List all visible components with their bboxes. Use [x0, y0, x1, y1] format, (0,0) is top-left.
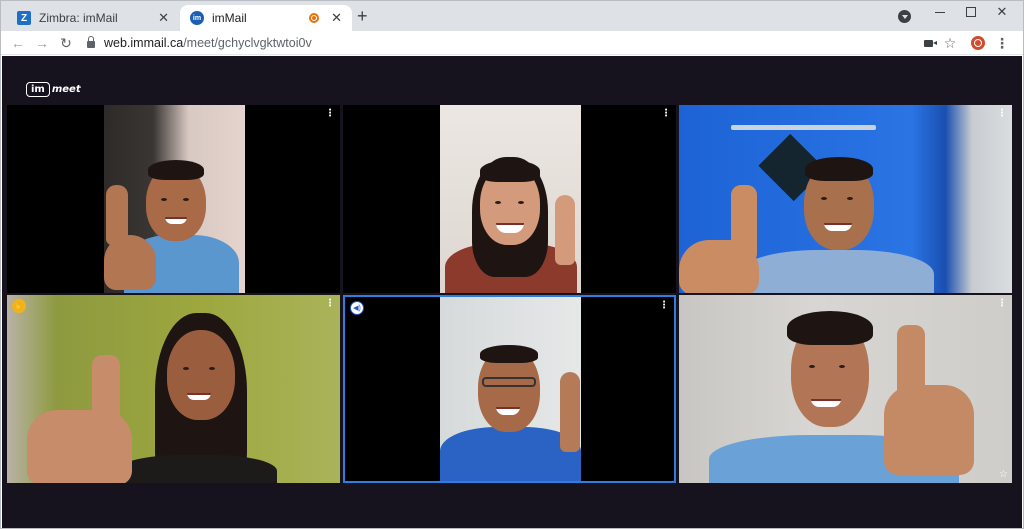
- video-tile-3[interactable]: ⋮: [679, 105, 1012, 293]
- participant-video: [104, 105, 245, 293]
- meeting-bottom-area: [2, 486, 1022, 528]
- tab-close-icon[interactable]: ✕: [158, 10, 169, 26]
- pin-star-icon[interactable]: ☆: [999, 469, 1008, 480]
- new-tab-button[interactable]: +: [357, 7, 368, 25]
- url-path: /meet/gchyclvgktwtoi0v: [183, 36, 312, 50]
- video-tile-5-active-speaker[interactable]: ◀) ⋮: [343, 295, 676, 483]
- star-icon[interactable]: ☆: [941, 34, 959, 52]
- forward-arrow-icon[interactable]: →: [33, 34, 51, 52]
- participant-video: [440, 105, 581, 293]
- camera-icon[interactable]: [919, 34, 937, 52]
- tile-menu-icon[interactable]: ⋮: [661, 109, 671, 119]
- participant-video: [440, 297, 581, 481]
- participant-video: [679, 295, 1012, 483]
- reload-icon[interactable]: ↻: [57, 34, 75, 52]
- video-tile-6[interactable]: ⋮ ☆: [679, 295, 1012, 483]
- tab-zimbra[interactable]: Z Zimbra: imMail ✕: [7, 5, 179, 31]
- back-arrow-icon[interactable]: ←: [9, 34, 27, 52]
- immail-favicon-icon: im: [190, 11, 204, 25]
- video-tile-4[interactable]: ✋ ⋮: [7, 295, 340, 483]
- video-tile-2[interactable]: ⋮: [343, 105, 676, 293]
- extension-icon[interactable]: [969, 34, 987, 52]
- url-host: web.immail.ca: [104, 36, 184, 50]
- logo-mark: im: [26, 82, 50, 97]
- tile-menu-icon[interactable]: ⋮: [997, 109, 1007, 119]
- participant-video: [679, 105, 1012, 293]
- tab-search-icon[interactable]: [898, 10, 911, 23]
- maximize-icon: [966, 7, 976, 17]
- maximize-button[interactable]: [956, 1, 986, 23]
- tab-title: Zimbra: imMail: [39, 11, 118, 25]
- lock-icon: [87, 36, 95, 48]
- minimize-button[interactable]: [925, 1, 955, 23]
- tile-menu-icon[interactable]: ⋮: [325, 109, 335, 119]
- close-window-button[interactable]: ✕: [987, 1, 1017, 23]
- browser-toolbar: ← → ↻ web.immail.ca/meet/gchyclvgktwtoi0…: [1, 31, 1023, 55]
- tile-menu-icon[interactable]: ⋮: [997, 299, 1007, 309]
- recording-indicator-icon: [309, 13, 320, 23]
- raised-hand-icon: ✋: [12, 299, 26, 313]
- participant-video: [7, 295, 340, 483]
- tab-strip: Z Zimbra: imMail ✕ im imMail ✕ + ✕: [1, 1, 1023, 31]
- tile-menu-icon[interactable]: ⋮: [659, 301, 669, 311]
- browser-window: Z Zimbra: imMail ✕ im imMail ✕ + ✕ ← → ↻…: [0, 0, 1024, 529]
- tab-close-icon[interactable]: ✕: [331, 10, 342, 26]
- active-speaker-icon: ◀): [350, 301, 364, 315]
- meeting-stage: im meet ⋮ ⋮ ⋮ ✋ ⋮ ◀) ⋮ ⋮ ☆: [2, 56, 1022, 528]
- tab-title: imMail: [212, 11, 247, 25]
- tile-menu-icon[interactable]: ⋮: [325, 299, 335, 309]
- menu-dots-icon[interactable]: ⋮: [993, 34, 1011, 52]
- address-bar[interactable]: web.immail.ca/meet/gchyclvgktwtoi0v: [79, 33, 909, 53]
- zimbra-favicon-icon: Z: [17, 11, 31, 25]
- logo-word: meet: [51, 84, 81, 95]
- tab-immail[interactable]: im imMail ✕: [180, 5, 352, 31]
- minimize-icon: [935, 11, 945, 13]
- video-tile-1[interactable]: ⋮: [7, 105, 340, 293]
- immeet-logo: im meet: [26, 82, 81, 97]
